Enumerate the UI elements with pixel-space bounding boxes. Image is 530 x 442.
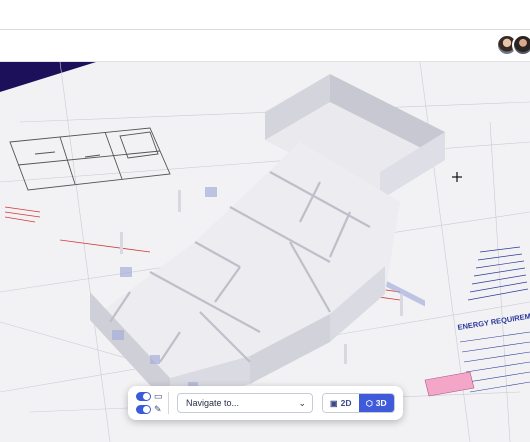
view-mode-toggle: ▣ 2D ⬡ 3D (322, 393, 395, 413)
view-2d-label: 2D (340, 398, 352, 408)
comment-icon[interactable]: ▭ (154, 391, 163, 401)
toggle-switch-1[interactable] (136, 392, 151, 401)
toggle-switch-2[interactable] (136, 405, 151, 414)
plan-scene: ENERGY REQUIREMEN (0, 62, 530, 442)
view-2d-button[interactable]: ▣ 2D (323, 394, 359, 412)
3d-viewport[interactable]: ENERGY REQUIREMEN (0, 62, 530, 442)
toolbar-divider (168, 392, 169, 414)
chevron-down-icon: ⌄ (298, 398, 306, 408)
navigate-select[interactable]: Navigate to... ⌄ (177, 393, 313, 413)
measure-icon[interactable]: ✎ (154, 404, 162, 414)
viewer-toolbar: ▭ ✎ Navigate to... ⌄ ▣ 2D ⬡ 3D (128, 386, 403, 420)
view-3d-button[interactable]: ⬡ 3D (358, 394, 394, 412)
cube-3d-icon: ⬡ (365, 398, 373, 408)
floorplan-2d-icon: ▣ (330, 398, 338, 408)
sub-header (0, 31, 530, 62)
avatar[interactable] (512, 34, 530, 56)
navigate-select-label: Navigate to... (186, 398, 240, 408)
top-bar (0, 0, 530, 30)
view-3d-label: 3D (375, 398, 387, 408)
collaborator-avatars (496, 34, 530, 56)
